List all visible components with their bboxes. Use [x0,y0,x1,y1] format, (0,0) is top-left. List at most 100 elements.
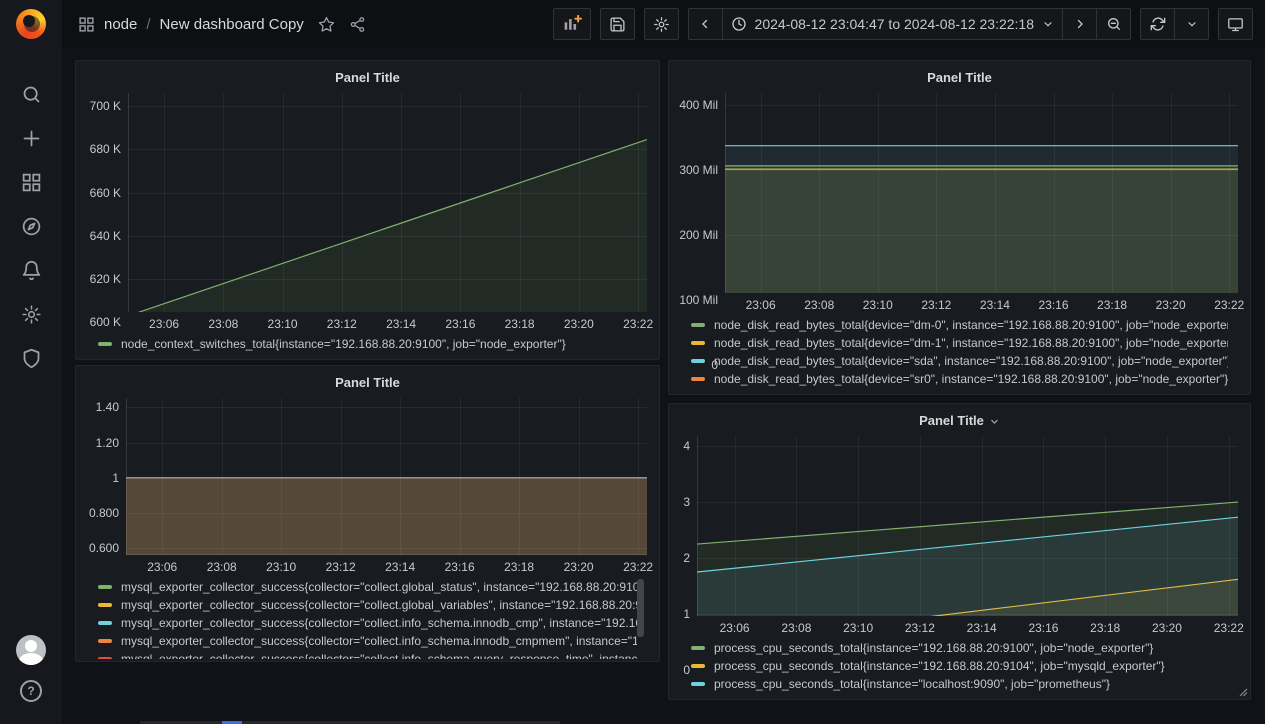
explore-compass-icon[interactable] [20,215,42,237]
legend-item[interactable]: process_cpu_seconds_total{instance="192.… [691,639,1228,657]
x-tick-label: 23:12 [921,298,951,312]
chevron-down-icon [1042,18,1054,30]
legend-series-marker [691,359,705,363]
create-plus-icon[interactable] [20,127,42,149]
y-tick-label: 0.800 [89,506,119,520]
search-icon[interactable] [20,83,42,105]
legend-item[interactable]: process_cpu_seconds_total{instance="192.… [691,657,1228,675]
breadcrumb: node / New dashboard Copy [78,16,304,33]
x-tick-label: 23:20 [1156,298,1186,312]
legend-series-marker [98,621,112,625]
legend-item[interactable]: node_disk_read_bytes_total{device="sda",… [691,352,1228,370]
grafana-logo-icon[interactable] [16,9,46,39]
time-shift-back-button[interactable] [688,8,723,40]
breadcrumb-separator: / [146,16,150,33]
legend-item[interactable]: node_disk_read_bytes_total{device="dm-1"… [691,334,1228,352]
legend-item[interactable]: mysql_exporter_collector_success{collect… [98,650,637,659]
alerting-bell-icon[interactable] [20,259,42,281]
panel-resize-handle[interactable] [1239,688,1248,697]
x-tick-label: 23:22 [623,560,653,574]
legend: node_context_switches_total{instance="19… [82,332,647,357]
legend-series-label: node_context_switches_total{instance="19… [121,337,566,351]
help-glyph: ? [27,684,34,698]
legend-item[interactable]: mysql_exporter_collector_success{collect… [98,632,637,650]
time-picker-group: 2024-08-12 23:04:47 to 2024-08-12 23:22:… [688,8,1131,40]
top-nav: node / New dashboard Copy [62,0,1265,48]
legend-item[interactable]: node_disk_read_bytes_total{device="dm-0"… [691,316,1228,334]
refresh-interval-dropdown[interactable] [1174,8,1209,40]
legend-item[interactable]: mysql_exporter_collector_success{collect… [98,578,637,596]
legend-item[interactable]: node_context_switches_total{instance="19… [98,335,637,353]
legend-series-label: mysql_exporter_collector_success{collect… [121,634,637,648]
configuration-gear-icon[interactable] [20,303,42,325]
clock-icon [731,16,747,32]
panel-mysql-collector-success: Panel Title 1.401.2010.8000.600 23:0623:… [75,365,660,662]
legend-series-marker [98,657,112,659]
plot-area[interactable] [697,436,1238,616]
legend: mysql_exporter_collector_success{collect… [82,575,647,659]
x-tick-label: 23:16 [445,560,475,574]
star-icon[interactable] [318,16,335,33]
x-tick-label: 23:18 [1097,298,1127,312]
y-tick-label: 2 [683,551,690,565]
plot-area[interactable] [126,398,647,555]
x-tick-label: 23:06 [149,317,179,331]
dashboard-title[interactable]: New dashboard Copy [160,16,304,33]
legend-item[interactable]: process_cpu_seconds_total{instance="loca… [691,675,1228,693]
panel-title[interactable]: Panel Title [76,61,659,89]
y-tick-label: 660 K [90,186,121,200]
dashboard-grid-icon [78,16,95,33]
zoom-out-button[interactable] [1096,8,1131,40]
panel-title[interactable]: Panel Title [76,366,659,394]
y-axis: 1.401.2010.8000.600 [82,398,126,575]
legend-series-marker [691,377,705,381]
x-tick-label: 23:18 [504,560,534,574]
legend-item[interactable]: node_disk_read_bytes_total{device="sr0",… [691,370,1228,388]
dashboard-settings-button[interactable] [644,8,679,40]
legend-scrollbar-thumb[interactable] [637,579,644,637]
x-tick-label: 23:16 [1039,298,1069,312]
breadcrumb-section[interactable]: node [104,16,137,33]
cycle-view-mode-button[interactable] [1218,8,1253,40]
y-tick-label: 3 [683,495,690,509]
panel-title[interactable]: Panel Title [669,404,1250,432]
plot-area[interactable] [128,93,647,312]
user-avatar[interactable] [16,635,46,665]
time-range-button[interactable]: 2024-08-12 23:04:47 to 2024-08-12 23:22:… [722,8,1063,40]
legend-item[interactable]: mysql_exporter_collector_success{collect… [98,614,637,632]
sidebar: ? [0,0,62,724]
save-dashboard-button[interactable] [600,8,635,40]
x-axis: 23:0623:0823:1023:1223:1423:1623:1823:20… [126,555,647,575]
x-tick-label: 23:08 [208,317,238,331]
y-tick-label: 600 K [90,315,121,329]
panel-title-text: Panel Title [335,375,400,390]
panel-menu-chevron-icon[interactable] [989,416,1000,427]
refresh-button[interactable] [1140,8,1175,40]
x-tick-label: 23:16 [1028,621,1058,635]
share-icon[interactable] [349,16,366,33]
server-admin-shield-icon[interactable] [20,347,42,369]
x-tick-label: 23:20 [564,317,594,331]
y-tick-label: 1.20 [96,436,119,450]
y-tick-label: 680 K [90,142,121,156]
x-tick-label: 23:12 [327,317,357,331]
time-shift-forward-button[interactable] [1062,8,1097,40]
legend-series-marker [98,603,112,607]
panel-title[interactable]: Panel Title [669,61,1250,89]
add-panel-button[interactable] [553,8,591,40]
dashboards-icon[interactable] [20,171,42,193]
plot-area[interactable] [725,93,1238,293]
panel-process-cpu-seconds: Panel Title 43210 23:0623:0823:1023:1223… [668,403,1251,700]
legend-item[interactable]: mysql_exporter_collector_success{collect… [98,596,637,614]
x-tick-label: 23:10 [266,560,296,574]
legend-series-label: process_cpu_seconds_total{instance="loca… [714,677,1110,691]
x-axis: 23:0623:0823:1023:1223:1423:1623:1823:20… [725,293,1238,313]
help-icon[interactable]: ? [20,680,42,702]
legend-series-marker [98,639,112,643]
y-tick-label: 1.40 [96,400,119,414]
legend-series-marker [98,342,112,346]
y-tick-label: 200 Mil [679,228,718,242]
legend-series-label: process_cpu_seconds_total{instance="192.… [714,641,1153,655]
x-tick-label: 23:22 [623,317,653,331]
x-tick-label: 23:12 [905,621,935,635]
